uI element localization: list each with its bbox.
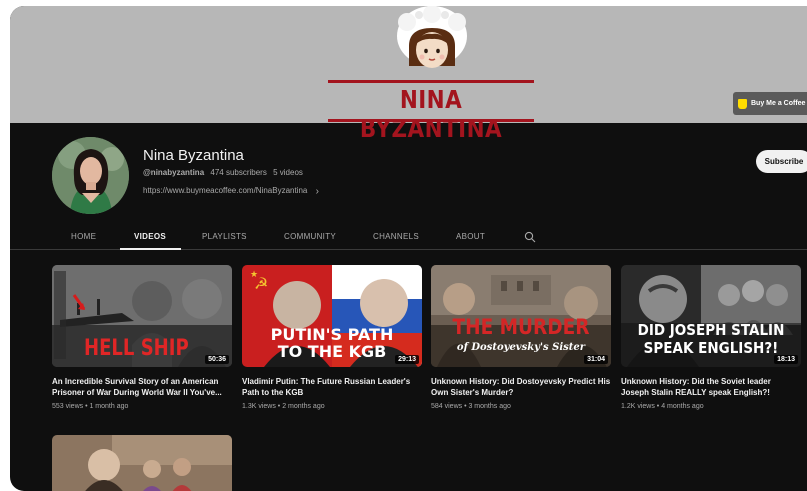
video-thumbnail[interactable]: ☭ ★ PUTIN'S PATH TO THE KGB 29:13 <box>242 265 422 367</box>
thumbnail-caption-line1: DID JOSEPH STALIN <box>637 321 785 339</box>
active-tab-indicator <box>120 248 181 250</box>
tab-videos[interactable]: VIDEOS <box>134 232 166 241</box>
video-duration: 18:13 <box>774 355 798 364</box>
tab-about[interactable]: ABOUT <box>456 232 485 241</box>
video-meta: 1.2K views • 4 months ago <box>621 403 704 410</box>
channel-link-text: https://www.buymeacoffee.com/NinaByzanti… <box>143 186 308 195</box>
video-card[interactable]: ☭ ★ PUTIN'S PATH TO THE KGB 29:13 Vladim… <box>242 265 422 415</box>
video-card[interactable]: DID JOSEPH STALIN SPEAK ENGLISH?! 18:13 … <box>621 265 801 415</box>
thumbnail-caption: HELL SHIP <box>84 336 189 361</box>
thumbnail-caption-line2: of Dostoyevsky's Sister <box>456 342 586 353</box>
video-count: 5 videos <box>273 168 303 177</box>
channel-banner: NINA BYZANTINA Buy Me a Coffee <box>10 6 807 143</box>
tab-playlists[interactable]: PLAYLISTS <box>202 232 247 241</box>
thumbnail-caption-line1: THE MURDER <box>452 315 590 339</box>
banner-title-block: NINA BYZANTINA <box>328 80 534 143</box>
video-duration: 29:13 <box>395 355 419 364</box>
search-icon[interactable] <box>524 231 536 243</box>
video-card[interactable] <box>52 435 232 491</box>
youtube-channel-page: NINA BYZANTINA Buy Me a Coffee Nina Byza… <box>10 6 807 491</box>
video-title[interactable]: Unknown History: Did Dostoyevsky Predict… <box>431 376 611 398</box>
channel-external-link[interactable]: https://www.buymeacoffee.com/NinaByzanti… <box>143 186 319 197</box>
video-thumbnail[interactable]: DID JOSEPH STALIN SPEAK ENGLISH?! 18:13 <box>621 265 801 367</box>
channel-meta: @ninabyzantina 474 subscribers 5 videos <box>143 168 307 177</box>
video-thumbnail[interactable]: HELL SHIP 50:36 <box>52 265 232 367</box>
banner-rule-top <box>328 80 534 83</box>
subscribe-button[interactable]: Subscribe <box>756 150 807 173</box>
tab-community[interactable]: COMMUNITY <box>284 232 336 241</box>
video-card[interactable]: HELL SHIP 50:36 An Incredible Survival S… <box>52 265 232 415</box>
doll-illustration <box>397 6 467 68</box>
tab-home[interactable]: HOME <box>71 232 96 241</box>
banner-rule-bottom <box>328 119 534 122</box>
buy-me-a-coffee-link[interactable]: Buy Me a Coffee <box>733 92 807 115</box>
avatar-image <box>52 137 129 214</box>
video-thumbnail[interactable] <box>52 435 232 491</box>
channel-avatar[interactable] <box>52 137 129 214</box>
channel-tabs: HOME VIDEOS PLAYLISTS COMMUNITY CHANNELS… <box>10 224 807 250</box>
video-title[interactable]: Vladimir Putin: The Future Russian Leade… <box>242 376 422 398</box>
video-thumbnail[interactable]: THE MURDER of Dostoyevsky's Sister 31:04 <box>431 265 611 367</box>
thumbnail-caption-line2: SPEAK ENGLISH?! <box>643 339 779 357</box>
video-meta: 1.3K views • 2 months ago <box>242 403 325 410</box>
coffee-cup-icon <box>738 98 747 109</box>
video-card[interactable]: THE MURDER of Dostoyevsky's Sister 31:04… <box>431 265 611 415</box>
channel-handle: @ninabyzantina <box>143 168 205 177</box>
subscriber-count: 474 subscribers <box>210 168 267 177</box>
channel-name: Nina Byzantina <box>143 147 244 164</box>
buy-me-a-coffee-label: Buy Me a Coffee <box>751 100 806 107</box>
video-title[interactable]: Unknown History: Did the Soviet leader J… <box>621 376 801 398</box>
svg-text:★: ★ <box>250 270 258 280</box>
video-title[interactable]: An Incredible Survival Story of an Ameri… <box>52 376 232 398</box>
banner-title: NINA BYZANTINA <box>359 85 503 143</box>
thumbnail-image <box>52 435 232 491</box>
chevron-right-icon: › <box>315 186 319 197</box>
video-duration: 50:36 <box>205 355 229 364</box>
video-meta: 553 views • 1 month ago <box>52 403 129 410</box>
video-meta: 584 views • 3 months ago <box>431 403 511 410</box>
video-duration: 31:04 <box>584 355 608 364</box>
tab-channels[interactable]: CHANNELS <box>373 232 419 241</box>
